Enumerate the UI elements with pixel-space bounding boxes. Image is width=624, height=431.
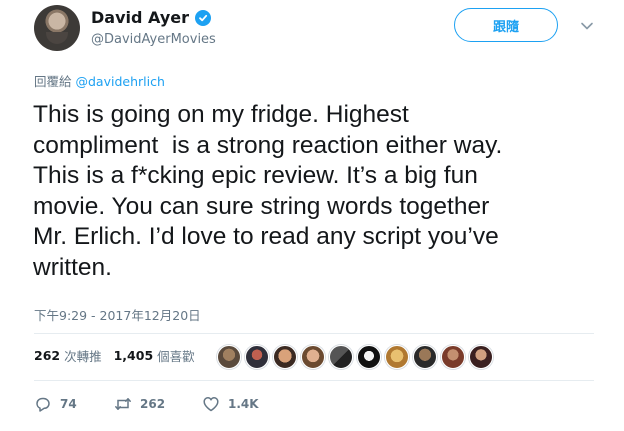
liker-avatar[interactable] [245,345,269,369]
liker-avatar[interactable] [441,345,465,369]
reply-icon [36,397,50,412]
like-button[interactable]: 1.4K [202,395,282,413]
retweet-count-stat[interactable]: 262 [34,348,60,363]
tweet-header: David Ayer @DavidAyerMovies 跟隨 [34,5,614,51]
like-count-label[interactable]: 個喜歡 [157,346,195,365]
reply-count: 74 [60,397,77,411]
retweet-count: 262 [140,397,166,411]
tweet-actions: 74 262 1.4K [34,395,282,413]
display-name[interactable]: David Ayer [91,8,189,27]
verified-badge-icon [195,9,211,26]
follow-button[interactable]: 跟隨 [454,8,558,42]
liker-avatar[interactable] [357,345,381,369]
liker-avatar[interactable] [329,345,353,369]
divider [34,380,594,381]
tweet-text: This is going on my fridge. Highest comp… [33,101,503,281]
retweet-button[interactable]: 262 [114,395,202,413]
liker-avatar[interactable] [413,345,437,369]
like-count: 1.4K [228,397,259,411]
liker-avatar[interactable] [273,345,297,369]
name-row: David Ayer [91,8,211,27]
reply-mention-link[interactable]: @davidehrlich [76,74,165,89]
chevron-down-icon[interactable] [580,19,594,33]
reply-button[interactable]: 74 [34,395,114,413]
liker-avatar[interactable] [385,345,409,369]
engagement-stats: 262 次轉推 1,405 個喜歡 [34,346,207,365]
liker-avatar[interactable] [301,345,325,369]
heart-icon [203,397,219,412]
liker-avatars [217,345,493,369]
retweet-count-label[interactable]: 次轉推 [64,346,102,365]
liker-avatar[interactable] [469,345,493,369]
reply-prefix: 回覆給 [34,74,72,89]
like-count-stat[interactable]: 1,405 [114,348,154,363]
retweet-icon [115,398,131,410]
avatar[interactable] [34,5,80,51]
user-handle[interactable]: @DavidAyerMovies [91,32,216,47]
divider [34,333,594,334]
tweet-timestamp[interactable]: 下午9:29 - 2017年12月20日 [34,305,201,324]
reply-context: 回覆給 @davidehrlich [34,71,165,90]
liker-avatar[interactable] [217,345,241,369]
